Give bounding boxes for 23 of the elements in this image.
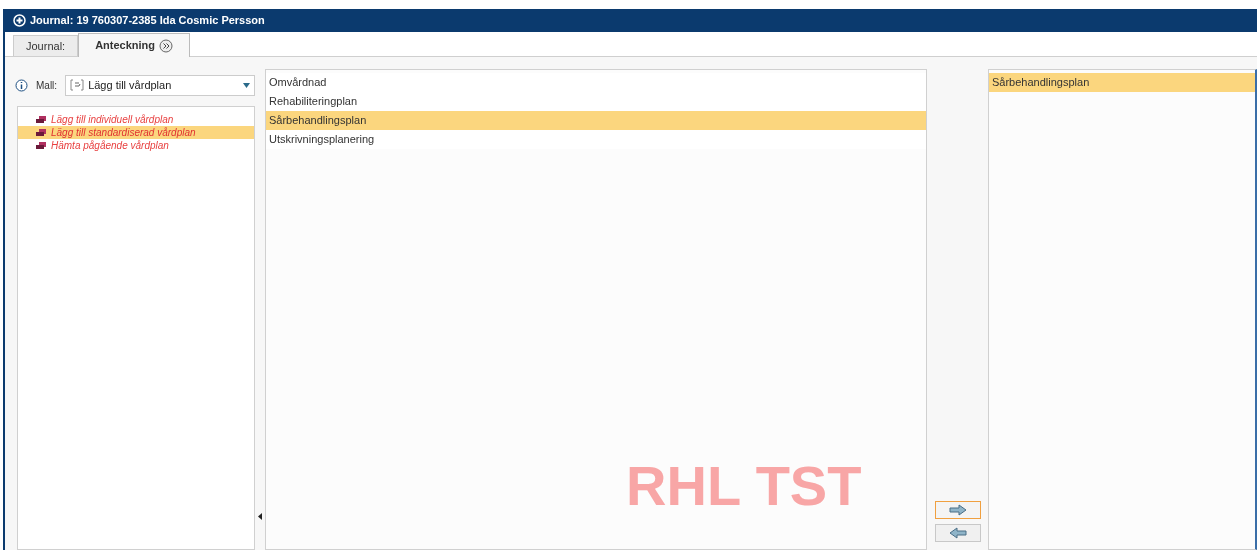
plus-circle-icon	[13, 14, 26, 27]
environment-label: RHL TST	[626, 458, 862, 514]
move-left-button[interactable]	[934, 524, 981, 542]
template-label: Mall:	[36, 78, 58, 93]
arrow-right-icon	[947, 504, 968, 516]
move-right-button[interactable]	[934, 501, 981, 519]
action-item[interactable]: Lägg till individuell vårdplan	[18, 113, 254, 126]
info-icon[interactable]	[15, 78, 28, 92]
document-icon	[70, 79, 85, 91]
plan-icon	[36, 141, 47, 150]
tab[interactable]: Anteckning	[78, 33, 191, 57]
double-chevron-icon	[159, 38, 174, 53]
window-title: Journal: 19 760307-2385 Ida Cosmic Persson	[30, 13, 265, 29]
tab[interactable]: Journal:	[13, 35, 79, 56]
dropdown-caret-icon	[243, 82, 250, 88]
plan-icon	[36, 128, 47, 137]
arrow-left-icon	[947, 527, 968, 539]
plan-item[interactable]: Sårbehandlingsplan	[266, 111, 926, 130]
template-dropdown[interactable]: Lägg till vårdplan	[65, 74, 255, 96]
plan-item[interactable]: Sårbehandlingsplan	[989, 73, 1255, 92]
collapse-arrow-icon[interactable]	[258, 513, 262, 520]
action-item[interactable]: Hämta pågående vårdplan	[18, 139, 254, 152]
plan-icon	[36, 115, 47, 124]
